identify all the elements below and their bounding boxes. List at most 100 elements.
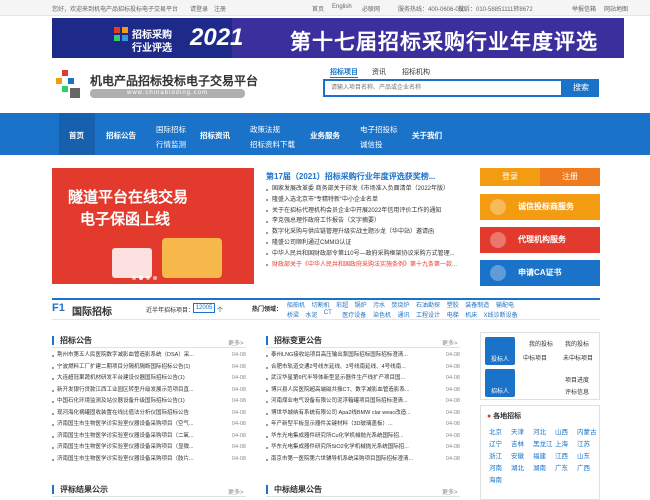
news-item[interactable]: 关于在招标代理机构会员企业中开展2022年信用评价工作的通知 — [266, 206, 466, 217]
region-link[interactable]: 北京 — [489, 426, 502, 436]
headline-news[interactable]: 第17届（2021）招标采购行业年度评选获奖榜... — [266, 171, 435, 182]
list-item[interactable]: 济南国生市生物医学诊实验室仪器设备采购项目（二氧... 04-08 — [52, 431, 246, 443]
nav-business[interactable]: 业务服务 — [310, 130, 340, 141]
region-link[interactable]: 吉林 — [511, 438, 524, 448]
list-item[interactable]: 河南煤业电气设备有限公司泥浮箱罐项目国际招标澄清... 04-08 — [266, 396, 460, 408]
slide-dots[interactable] — [132, 276, 160, 282]
list-item[interactable]: 现河海化祸罐固收装置在线比值法分析仪国际招标公告 04-08 — [52, 408, 246, 420]
hot-field-link[interactable]: 船舶机 — [287, 300, 305, 309]
list-item[interactable]: 新开发银行贷款江西工业园区转型升级发展示范项目直... 04-08 — [52, 385, 246, 397]
top-register-link[interactable]: 注册 — [214, 4, 226, 13]
hot-field-link[interactable]: 通讯 — [398, 310, 410, 319]
region-link[interactable]: 江苏 — [577, 438, 590, 448]
region-link[interactable]: 山东 — [577, 450, 590, 460]
nav-credit[interactable]: 诚信投 — [360, 139, 383, 150]
region-link[interactable]: 江西 — [555, 450, 568, 460]
news-item[interactable]: 财政部关于《中华人民共和国政府采购法实施条例》第十九条第一款... — [266, 260, 466, 271]
list-item[interactable]: 泰州LNG接收站项目高压输出泵国际招标国际招标澄清... 04-08 — [266, 350, 460, 362]
region-link[interactable]: 黑龙江 — [533, 438, 553, 448]
region-link[interactable]: 广东 — [555, 462, 568, 472]
nav-bid-notice[interactable]: 招标公告 — [106, 130, 136, 141]
region-link[interactable]: 浙江 — [489, 450, 502, 460]
hot-field-link[interactable]: 焚烧炉 — [391, 300, 409, 309]
region-link[interactable]: 天津 — [511, 426, 524, 436]
bid-change-more-link[interactable]: 更多> — [442, 338, 458, 347]
hot-field-link[interactable]: 锅炉 — [355, 300, 367, 309]
agency-service-button[interactable]: 代理机构服务 — [480, 227, 600, 253]
region-link[interactable]: 广西 — [577, 462, 590, 472]
win-result-more-link[interactable]: 更多> — [442, 487, 458, 496]
list-item[interactable]: 华东光电集成器件研究所Cu化学机械抛光系统国际招... 04-08 — [266, 431, 460, 443]
hot-field-link[interactable]: 桥梁 — [287, 310, 299, 319]
nav-policy[interactable]: 政策法规 — [250, 124, 280, 135]
search-button[interactable]: 搜索 — [563, 79, 599, 97]
list-item[interactable]: 宁波燃料工厂扩建二期项目分隔机隔断国际招标公告(1) 04-08 — [52, 362, 246, 374]
login-button[interactable]: 登录 — [480, 168, 540, 186]
list-item[interactable]: 武汉华星第6代半导体新型显示器件生产线扩产项目国... 04-08 — [266, 373, 460, 385]
hot-field-link[interactable]: 石油勘探 — [416, 300, 440, 309]
list-item[interactable]: 博世华城纳有系统有限公司 Apa2线BMW clar weac改造... 04-0… — [266, 408, 460, 420]
region-link[interactable]: 河南 — [489, 462, 502, 472]
top-login-link[interactable]: 请登录 — [190, 4, 208, 13]
region-link[interactable]: 海南 — [489, 474, 502, 484]
event-banner[interactable]: 招标采购 行业评选 2021 第十七届招标采购行业年度评选 — [52, 18, 624, 58]
region-link[interactable]: 福建 — [533, 450, 546, 460]
review-result-more-link[interactable]: 更多> — [228, 487, 244, 496]
hot-field-link[interactable]: 水泥 — [305, 310, 317, 319]
list-item[interactable]: 济南国生市生物医学诊实验室仪器设备采购项目（肢片... 04-08 — [52, 454, 246, 466]
hot-field-link[interactable]: 塑胶 — [447, 300, 459, 309]
list-item[interactable]: 济南国生市生物医学诊实验室仪器设备采购项目（显微... 04-08 — [52, 442, 246, 454]
news-item[interactable]: 数字化采购与供应链管理升级实战主题沙龙（华中站）邀请函 — [266, 227, 466, 238]
top-sitemap-link[interactable]: 必联网 — [362, 4, 380, 13]
register-button[interactable]: 注册 — [540, 168, 600, 186]
bidder-service-button[interactable]: 诚信投标商服务 — [480, 194, 600, 220]
map-link[interactable]: 网站地图 — [604, 4, 628, 13]
site-logo-icon[interactable] — [56, 70, 82, 100]
list-item[interactable]: 南京市第一医院第六世辅导机系统采购项目国际招标澄清... 04-08 — [266, 454, 460, 466]
my-project-link[interactable]: 我的投标 — [565, 339, 589, 348]
hot-field-link[interactable]: 医疗设备 — [342, 310, 366, 319]
nav-intl-bid[interactable]: 国际招标 — [156, 124, 186, 135]
list-item[interactable]: 华东光电集成器件研究所SiO2化学机械抛光系统国际招... 04-08 — [266, 442, 460, 454]
region-link[interactable]: 上海 — [555, 438, 568, 448]
list-item[interactable]: 合肥市轨道交通2号线东延线、3号线南延线、4号线南... 04-08 — [266, 362, 460, 374]
hot-field-link[interactable]: 装备制造 — [465, 300, 489, 309]
bidder-tile[interactable]: 投标人 — [485, 337, 515, 365]
news-item[interactable]: 中华人民共和国财政部令第110号—政府采购框架协议采购方式管理... — [266, 249, 466, 260]
bid-notice-more-link[interactable]: 更多> — [228, 338, 244, 347]
hot-field-link[interactable]: 电梯 — [447, 310, 459, 319]
search-tab-agencies[interactable]: 招标机构 — [402, 67, 430, 77]
hot-field-link[interactable]: 输配电 — [496, 300, 514, 309]
region-link[interactable]: 山西 — [555, 426, 568, 436]
nav-home[interactable]: 首页 — [69, 130, 84, 141]
top-english-link[interactable]: English — [332, 4, 352, 10]
news-item[interactable]: 隆盛入选北京市“专精特新”中小企业名单 — [266, 195, 466, 206]
region-link[interactable]: 安徽 — [511, 450, 524, 460]
project-progress-link[interactable]: 项目进度 — [565, 375, 589, 384]
hot-field-link[interactable]: CT — [324, 310, 332, 316]
promo-slide[interactable]: 隧道平台在线交易 电子保函上线 — [52, 168, 254, 284]
nav-bid-download[interactable]: 招标资料下载 — [250, 139, 295, 150]
nav-industry-monitor[interactable]: 行情监测 — [156, 139, 186, 150]
report-link[interactable]: 举报信箱 — [572, 4, 596, 13]
search-input[interactable] — [323, 79, 563, 97]
region-link[interactable]: 内蒙古 — [577, 426, 597, 436]
list-item[interactable]: 中国石化环境监测及站仪器设备升级国际招标公告(1) 04-08 — [52, 396, 246, 408]
list-item[interactable]: 济南国生市生物医学诊实验室仪器设备采购项目（空气... 04-08 — [52, 419, 246, 431]
unbid-project-link[interactable]: 未中标项目 — [563, 353, 593, 362]
search-tab-news[interactable]: 资讯 — [372, 67, 386, 77]
region-link[interactable]: 河北 — [533, 426, 546, 436]
list-item[interactable]: 博兴县人民医院超高端磁共振CT、数字减影血管造影系... 04-08 — [266, 385, 460, 397]
top-home-link[interactable]: 首页 — [312, 4, 324, 13]
list-item[interactable]: 荆州市第五人民医院数字减影血管造影系统（DSA）采... 04-08 — [52, 350, 246, 362]
news-item[interactable]: 国家发展改革委 商务部关于印发《市场准入负面清单（2022年版） — [266, 184, 466, 195]
hot-field-link[interactable]: 机床 — [465, 310, 477, 319]
list-item[interactable]: 大连超冠果蔬机材研发平台建设仪器国际招标公告(1) 04-08 — [52, 373, 246, 385]
nav-about[interactable]: 关于我们 — [412, 130, 442, 141]
hot-field-link[interactable]: 工程设计 — [416, 310, 440, 319]
news-item[interactable]: 隆盛公司顺利通过CMMI3认证 — [266, 238, 466, 249]
hot-field-link[interactable]: 切割机 — [312, 300, 330, 309]
search-tab-projects[interactable]: 招标项目 — [330, 67, 358, 78]
region-link[interactable]: 湖北 — [511, 462, 524, 472]
my-bid-link[interactable]: 我的投标 — [529, 339, 553, 348]
